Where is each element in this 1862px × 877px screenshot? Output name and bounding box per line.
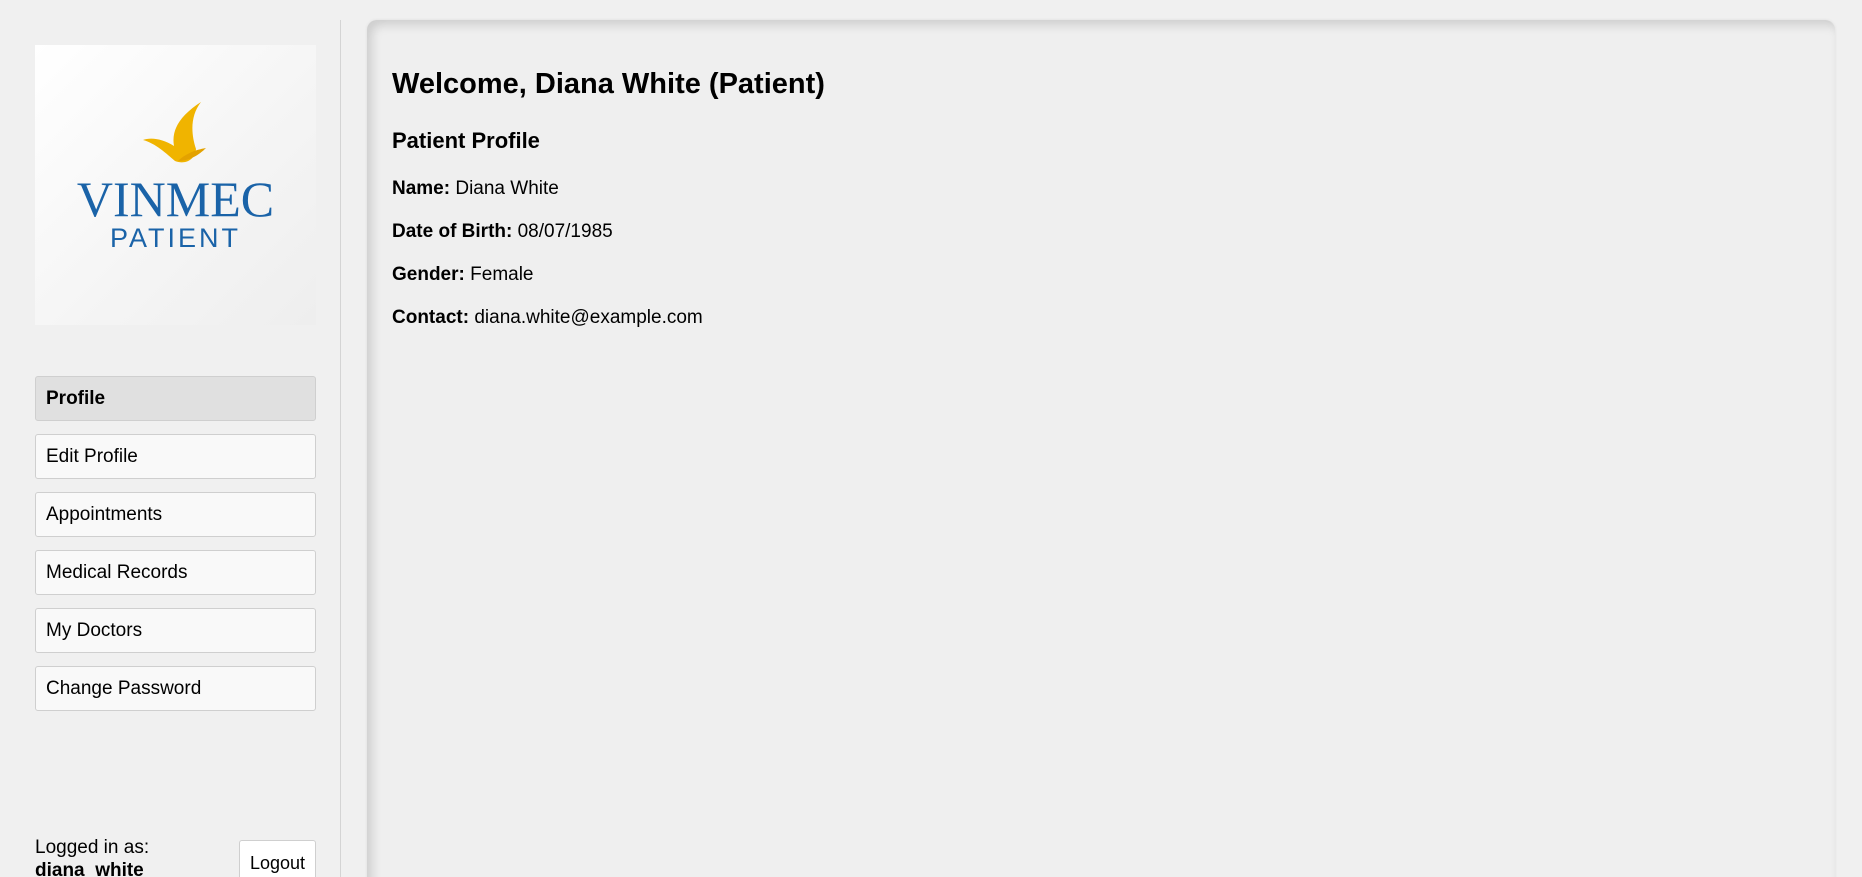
sidebar-nav: Profile Edit Profile Appointments Medica… <box>35 376 316 724</box>
sidebar: VINMEC PATIENT Profile Edit Profile Appo… <box>10 20 341 877</box>
profile-field-name: Name: Diana White <box>392 178 559 200</box>
logged-in-username: diana_white <box>35 860 144 877</box>
app-root: VINMEC PATIENT Profile Edit Profile Appo… <box>0 0 1862 877</box>
field-label: Name: <box>392 178 451 199</box>
vinmec-logo-icon: VINMEC PATIENT <box>77 102 274 253</box>
field-value: 08/07/1985 <box>517 221 613 242</box>
field-label: Contact: <box>392 307 470 328</box>
vinmec-patient-logo: VINMEC PATIENT <box>35 45 316 325</box>
logo-subtitle-text: PATIENT <box>110 223 241 253</box>
nav-item-change-password[interactable]: Change Password <box>35 666 316 711</box>
logout-button[interactable]: Logout <box>239 840 316 877</box>
nav-item-profile[interactable]: Profile <box>35 376 316 421</box>
logo-brand-text: VINMEC <box>77 171 274 227</box>
login-status: Logged in as: diana_white <box>35 836 149 877</box>
main-content: Welcome, Diana White (Patient) Patient P… <box>367 20 1835 877</box>
field-label: Date of Birth: <box>392 221 513 242</box>
logged-in-label: Logged in as: <box>35 837 150 858</box>
profile-field-gender: Gender: Female <box>392 264 534 286</box>
field-value: diana.white@example.com <box>474 307 703 328</box>
nav-item-edit-profile[interactable]: Edit Profile <box>35 434 316 479</box>
field-value: Diana White <box>455 178 559 199</box>
field-value: Female <box>470 264 534 285</box>
nav-item-appointments[interactable]: Appointments <box>35 492 316 537</box>
profile-field-dob: Date of Birth: 08/07/1985 <box>392 221 613 243</box>
profile-field-contact: Contact: diana.white@example.com <box>392 307 703 329</box>
welcome-heading: Welcome, Diana White (Patient) <box>392 68 825 100</box>
nav-item-medical-records[interactable]: Medical Records <box>35 550 316 595</box>
patient-profile-heading: Patient Profile <box>392 128 540 153</box>
field-label: Gender: <box>392 264 465 285</box>
nav-item-my-doctors[interactable]: My Doctors <box>35 608 316 653</box>
